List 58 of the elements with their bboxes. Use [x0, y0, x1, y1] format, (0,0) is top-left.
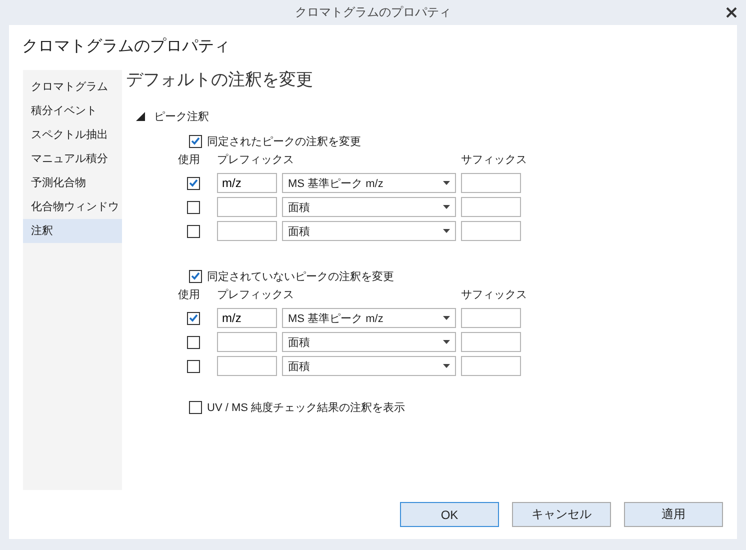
sidebar-item[interactable]: スペクトル抽出	[23, 123, 122, 147]
checkbox[interactable]	[189, 134, 202, 148]
annotation-dropdown[interactable]: 面積	[282, 221, 456, 241]
checkbox[interactable]	[189, 270, 202, 282]
dropdown-arrow-icon	[443, 316, 450, 320]
suffix-field[interactable]	[461, 356, 521, 376]
suffix-field[interactable]	[461, 173, 521, 193]
column-header: プレフィックス	[217, 154, 294, 166]
dropdown-arrow-icon	[443, 229, 450, 233]
annotation-dropdown[interactable]: MS 基準ピーク m/z	[282, 173, 456, 193]
checkbox[interactable]	[186, 224, 200, 238]
dropdown-arrow-icon	[443, 340, 450, 344]
annotation-dropdown[interactable]: MS 基準ピーク m/z	[282, 308, 456, 328]
prefix-field[interactable]: m/z	[217, 308, 277, 328]
suffix-field[interactable]	[461, 221, 521, 241]
dialog-button[interactable]: キャンセル	[512, 502, 611, 527]
column-header: 使用	[178, 288, 201, 303]
dialog-button[interactable]: OK	[400, 502, 499, 527]
sidebar-item[interactable]: 化合物ウィンドウ	[23, 195, 122, 219]
prefix-field[interactable]: m/z	[217, 173, 277, 193]
sidebar-item[interactable]: マニュアル積分	[23, 147, 122, 171]
sidebar-item[interactable]: 積分イベント	[23, 99, 122, 123]
column-header: サフィックス	[461, 289, 527, 301]
dialog-title: クロマトグラムのプロパティ	[22, 38, 230, 55]
checkbox-label: 同定されていないピークの注釈を変更	[207, 270, 394, 284]
checkbox[interactable]	[186, 312, 200, 324]
column-header: プレフィックス	[217, 289, 294, 301]
checkbox[interactable]	[189, 401, 202, 414]
suffix-field[interactable]	[461, 332, 521, 352]
sidebar-item[interactable]: 予測化合物	[23, 171, 122, 195]
checkbox[interactable]	[186, 176, 200, 190]
dialog-button[interactable]: 適用	[624, 502, 723, 527]
window-title: クロマトグラムのプロパティ	[295, 4, 451, 21]
section-label: ピーク注釈	[154, 110, 209, 124]
close-icon[interactable]	[726, 7, 737, 18]
column-header: サフィックス	[461, 154, 527, 166]
suffix-field[interactable]	[461, 197, 521, 217]
sidebar-item[interactable]: 注釈	[23, 219, 122, 243]
checkbox-label: 同定されたピークの注釈を変更	[207, 134, 361, 148]
dropdown-arrow-icon	[443, 364, 450, 368]
suffix-field[interactable]	[461, 308, 521, 328]
checkbox[interactable]	[186, 200, 200, 214]
prefix-field[interactable]	[217, 197, 277, 217]
page-title: デフォルトの注釈を変更	[126, 70, 313, 89]
dropdown-arrow-icon	[443, 181, 450, 185]
annotation-dropdown[interactable]: 面積	[282, 356, 456, 376]
collapse-icon[interactable]	[136, 112, 145, 120]
prefix-field[interactable]	[217, 356, 277, 376]
checkbox-label: UV / MS 純度チェック結果の注釈を表示	[207, 400, 406, 415]
checkbox[interactable]	[186, 360, 200, 372]
annotation-dropdown[interactable]: 面積	[282, 197, 456, 217]
sidebar-item[interactable]: クロマトグラム	[23, 75, 122, 99]
prefix-field[interactable]	[217, 332, 277, 352]
prefix-field[interactable]	[217, 221, 277, 241]
checkbox[interactable]	[186, 336, 200, 348]
dropdown-arrow-icon	[443, 205, 450, 209]
annotation-dropdown[interactable]: 面積	[282, 332, 456, 352]
column-header: 使用	[178, 153, 201, 168]
